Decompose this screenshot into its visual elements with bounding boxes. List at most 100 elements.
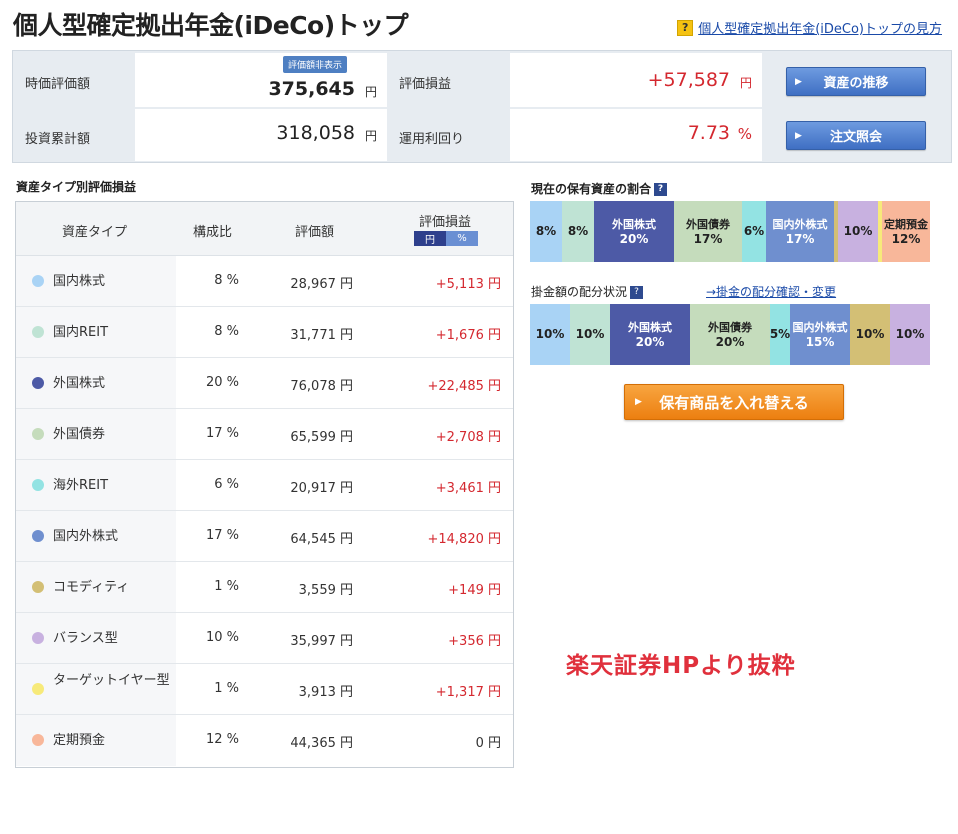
- holdings-ratio-bar: 8% 8% 外国株式 20% 外国債券 17% 6% 国内外株式 17% 10% 定期預金 12%: [530, 201, 930, 262]
- pl-label: 評価損益: [399, 77, 452, 92]
- legend-dot-icon: [32, 581, 44, 593]
- bar-segment: 6%: [742, 201, 766, 262]
- asset-trend-button[interactable]: ▶ 資産の推移: [786, 67, 926, 96]
- asset-value: 31,771 円: [290, 328, 353, 343]
- invested-value: 318,058: [276, 122, 355, 144]
- asset-ratio: 20 %: [205, 375, 239, 390]
- arrow-right-icon: ▶: [635, 397, 642, 407]
- table-row: 国内外株式 17 % 64,545 円 +14,820 円: [16, 511, 513, 562]
- order-inquiry-button[interactable]: ▶ 注文照会: [786, 121, 926, 150]
- summary-panel: 時価評価額 評価額非表示 375,645 円 評価損益 +57,587 円 投資…: [12, 50, 952, 163]
- segment-value: 6%: [743, 224, 765, 238]
- asset-name: 国内外株式: [53, 529, 119, 544]
- asset-name: 外国債券: [53, 427, 106, 442]
- holdings-title: 現在の保有資産の割合?: [531, 180, 668, 197]
- segment-label: 外国債券: [686, 217, 730, 231]
- bar-segment: 10%: [890, 304, 930, 365]
- bar-segment: 8%: [562, 201, 594, 262]
- segment-value: 20%: [635, 334, 665, 349]
- current-value-label: 時価評価額: [25, 77, 91, 92]
- asset-ratio: 6 %: [214, 477, 239, 492]
- allocation-title: 掛金額の配分状況?: [531, 283, 644, 300]
- asset-pl: +149 円: [448, 583, 501, 598]
- segment-label: 外国株式: [628, 320, 672, 334]
- asset-pl: +22,485 円: [427, 379, 501, 394]
- asset-value: 65,599 円: [290, 430, 353, 445]
- toggle-yen[interactable]: 円: [414, 231, 446, 246]
- asset-ratio: 1 %: [214, 681, 239, 696]
- arrow-right-icon: ▶: [795, 130, 802, 141]
- asset-value: 20,917 円: [290, 481, 353, 496]
- unit-toggle[interactable]: 円 %: [414, 231, 478, 246]
- source-watermark: 楽天証券HPより抜粋: [566, 653, 796, 679]
- toggle-percent[interactable]: %: [446, 231, 478, 246]
- col-ratio: 構成比: [193, 225, 233, 240]
- asset-ratio: 1 %: [214, 579, 239, 594]
- asset-pl: +356 円: [448, 634, 501, 649]
- table-row: 海外REIT 6 % 20,917 円 +3,461 円: [16, 460, 513, 511]
- segment-value: 20%: [715, 334, 745, 349]
- current-value-box: 評価額非表示 375,645 円: [135, 53, 387, 107]
- asset-trend-button-label: 資産の推移: [823, 76, 889, 91]
- asset-pl: +5,113 円: [435, 277, 501, 292]
- bar-segment: 5%: [770, 304, 790, 365]
- invested-unit: 円: [364, 129, 377, 143]
- segment-label: 国内外株式: [772, 217, 828, 231]
- col-value: 評価額: [295, 225, 335, 240]
- hidden-value-badge[interactable]: 評価額非表示: [283, 56, 348, 73]
- pl-value: +57,587: [647, 69, 730, 91]
- segment-value: 10%: [575, 327, 605, 341]
- asset-pl: +14,820 円: [427, 532, 501, 547]
- yield-box: 7.73 %: [510, 109, 762, 161]
- asset-value: 44,365 円: [290, 736, 353, 751]
- swap-holdings-button-label: 保有商品を入れ替える: [659, 393, 809, 412]
- table-row: バランス型 10 % 35,997 円 +356 円: [16, 613, 513, 664]
- legend-dot-icon: [32, 428, 44, 440]
- table-header: 資産タイプ 構成比 評価額 評価損益 円 %: [16, 202, 513, 256]
- asset-name: 外国株式: [53, 376, 106, 391]
- bar-segment: 国内外株式 17%: [766, 201, 834, 262]
- bar-segment: 外国債券 20%: [690, 304, 770, 365]
- asset-value: 3,913 円: [298, 685, 353, 700]
- segment-value: 10%: [855, 327, 885, 341]
- segment-value: 10%: [843, 224, 873, 238]
- asset-ratio: 8 %: [214, 273, 239, 288]
- segment-value: 15%: [805, 334, 835, 349]
- bar-segment: 定期預金 12%: [882, 201, 930, 262]
- legend-dot-icon: [32, 632, 44, 644]
- segment-value: 8%: [535, 224, 557, 238]
- bar-segment: 外国債券 17%: [674, 201, 742, 262]
- asset-value: 64,545 円: [290, 532, 353, 547]
- asset-name: 海外REIT: [53, 478, 109, 493]
- yield-label: 運用利回り: [399, 132, 465, 147]
- help-icon[interactable]: ?: [630, 286, 644, 299]
- swap-holdings-button[interactable]: ▶ 保有商品を入れ替える: [624, 384, 844, 420]
- allocation-change-link[interactable]: →掛金の配分確認・変更: [706, 283, 836, 300]
- asset-name: バランス型: [53, 631, 118, 646]
- invested-box: 318,058 円: [135, 109, 387, 161]
- pl-box: +57,587 円: [510, 53, 762, 107]
- legend-dot-icon: [32, 326, 44, 338]
- help-link-text[interactable]: 個人型確定拠出年金(iDeCo)トップの見方: [698, 18, 942, 37]
- page-title: 個人型確定拠出年金(iDeCo)トップ: [13, 11, 409, 40]
- asset-pl: +1,317 円: [435, 685, 501, 700]
- yield-unit: %: [737, 125, 752, 143]
- bar-segment: 外国株式 20%: [594, 201, 674, 262]
- segment-label: 定期預金: [884, 217, 928, 231]
- help-icon[interactable]: ?: [654, 183, 668, 196]
- asset-value: 3,559 円: [298, 583, 353, 598]
- asset-name: 国内REIT: [53, 325, 109, 340]
- invested-label: 投資累計額: [25, 132, 91, 147]
- segment-value: 5%: [770, 327, 790, 341]
- bar-segment: 8%: [530, 201, 562, 262]
- bar-segment: 外国株式 20%: [610, 304, 690, 365]
- order-inquiry-button-label: 注文照会: [829, 130, 882, 145]
- bar-segment: 国内外株式 15%: [790, 304, 850, 365]
- help-link[interactable]: ? 個人型確定拠出年金(iDeCo)トップの見方: [677, 18, 942, 37]
- current-value-unit: 円: [364, 85, 377, 99]
- bar-segment: 10%: [838, 201, 878, 262]
- segment-value: 8%: [567, 224, 589, 238]
- segment-value: 12%: [891, 231, 921, 246]
- legend-dot-icon: [32, 683, 44, 695]
- table-row: コモディティ 1 % 3,559 円 +149 円: [16, 562, 513, 613]
